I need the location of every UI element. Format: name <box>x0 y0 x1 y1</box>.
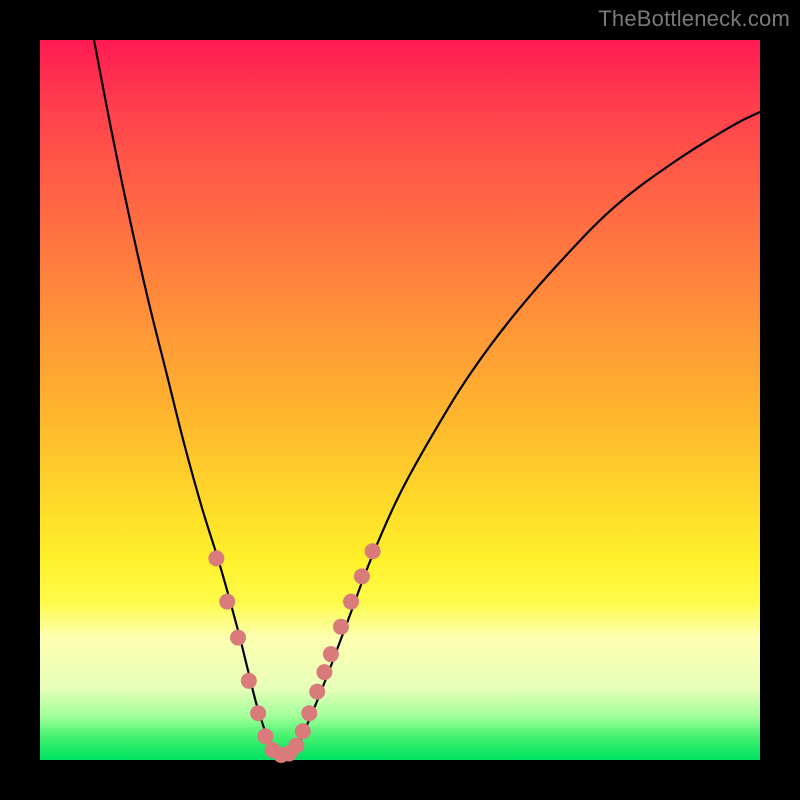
curve-marker <box>365 543 381 559</box>
curve-marker <box>301 705 317 721</box>
curve-marker <box>309 684 325 700</box>
watermark-text: TheBottleneck.com <box>598 6 790 32</box>
chart-frame: TheBottleneck.com <box>0 0 800 800</box>
curve-marker <box>241 673 257 689</box>
curve-markers <box>208 543 380 763</box>
curve-marker <box>343 594 359 610</box>
curve-marker <box>288 738 304 754</box>
curve-marker <box>250 705 266 721</box>
curve-marker <box>354 568 370 584</box>
bottleneck-curve <box>94 40 760 757</box>
curve-marker <box>257 728 273 744</box>
curve-marker <box>323 646 339 662</box>
curve-marker <box>316 664 332 680</box>
curve-marker <box>230 630 246 646</box>
chart-overlay <box>40 40 760 760</box>
curve-marker <box>295 723 311 739</box>
curve-marker <box>333 619 349 635</box>
curve-marker <box>219 594 235 610</box>
bottleneck-curve-path <box>94 40 760 757</box>
curve-marker <box>208 550 224 566</box>
